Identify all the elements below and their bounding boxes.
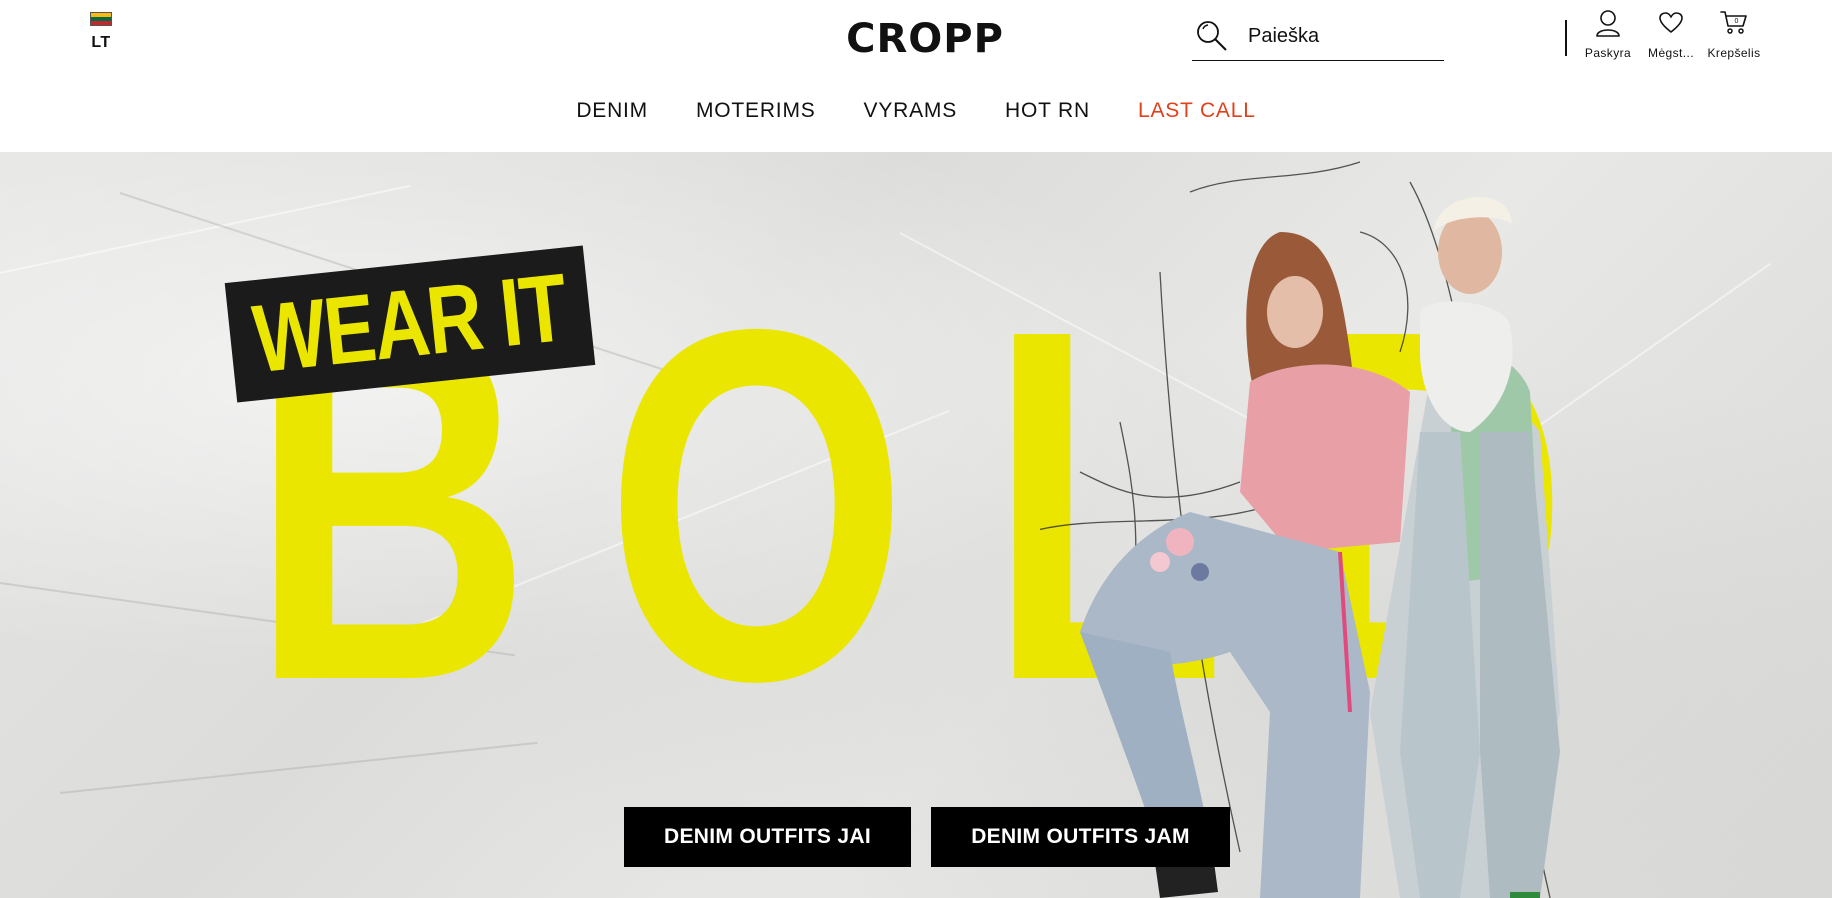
account-button[interactable]: Paskyra: [1577, 8, 1639, 64]
search-input[interactable]: [1248, 24, 1428, 48]
cart-label: Krepšelis: [1707, 46, 1761, 60]
female-model: [1080, 232, 1410, 898]
hero-banner[interactable]: B O L D WEAR IT: [0, 152, 1832, 898]
header-divider: [1565, 20, 1567, 56]
cropp-logo-graphic: CROPP: [846, 16, 1004, 60]
denim-outfits-him-button[interactable]: DENIM OUTFITS JAM: [931, 807, 1230, 867]
lithuania-flag-icon: [90, 12, 112, 26]
wishlist-button[interactable]: Mėgst...: [1640, 8, 1702, 64]
site-header: LT CROPP Paskyra: [0, 0, 1832, 152]
nav-item-hot-rn[interactable]: HOT RN: [1005, 100, 1090, 121]
cropp-logo[interactable]: CROPP: [840, 16, 1010, 60]
search-bar[interactable]: [1192, 12, 1444, 61]
wishlist-label: Mėgst...: [1648, 46, 1694, 60]
country-selector[interactable]: LT: [88, 12, 114, 52]
nav-item-denim[interactable]: DENIM: [576, 100, 648, 121]
svg-text:CROPP: CROPP: [846, 16, 1004, 60]
search-icon[interactable]: [1192, 16, 1232, 56]
cart-icon: 0: [1720, 8, 1748, 38]
cart-count: 0: [1735, 18, 1739, 25]
nav-item-last-call[interactable]: LAST CALL: [1138, 100, 1256, 121]
headline-letter: O: [605, 225, 908, 784]
male-model: [1370, 196, 1560, 898]
user-icon: [1594, 8, 1622, 38]
country-code: LT: [91, 34, 111, 51]
nav-item-moterims[interactable]: MOTERIMS: [696, 100, 816, 121]
nav-item-vyrams[interactable]: VYRAMS: [864, 100, 958, 121]
models-photo: [1040, 161, 1560, 898]
heart-icon: [1657, 8, 1685, 38]
main-navigation: DENIM MOTERIMS VYRAMS HOT RN LAST CALL: [0, 100, 1832, 121]
account-label: Paskyra: [1584, 46, 1632, 60]
denim-outfits-her-button[interactable]: DENIM OUTFITS JAI: [624, 807, 911, 867]
cart-button[interactable]: 0 Krepšelis: [1703, 8, 1765, 64]
